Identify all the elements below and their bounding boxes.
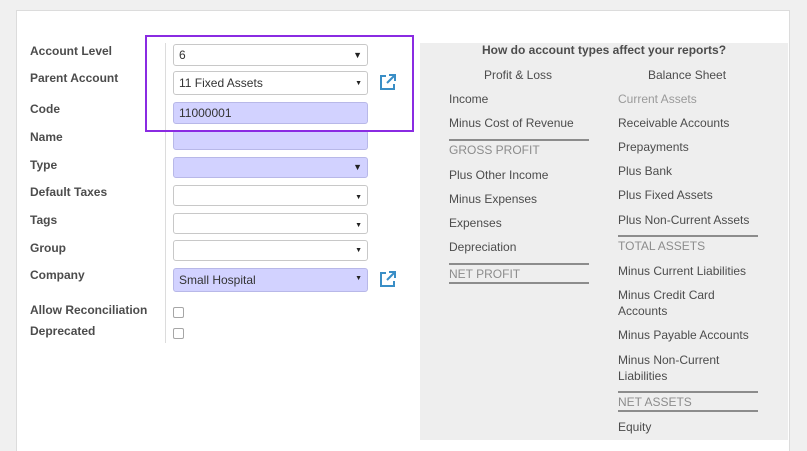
caret-down-icon: ▼ (355, 247, 362, 254)
deprecated-checkbox[interactable] (173, 328, 184, 339)
bs-item: Minus Current Liabilities (618, 264, 747, 278)
label-allow-reconciliation: Allow Reconciliation (30, 303, 148, 317)
external-link-icon[interactable] (378, 72, 398, 92)
help-panel-title: How do account types affect your reports… (482, 43, 727, 57)
account-level-select[interactable]: 6 ▼ (173, 44, 368, 66)
form-divider (165, 43, 166, 343)
label-name: Name (30, 130, 63, 144)
pl-total: GROSS PROFIT (449, 139, 589, 158)
pl-item: Minus Expenses (449, 192, 538, 206)
tags-input[interactable]: ▼ (173, 213, 368, 234)
code-input[interactable]: 11000001 (173, 102, 368, 124)
label-default-taxes: Default Taxes (30, 185, 108, 199)
label-deprecated: Deprecated (30, 324, 96, 338)
label-type: Type (30, 158, 58, 172)
balance-sheet-heading: Balance Sheet (648, 68, 727, 82)
label-code: Code (30, 102, 60, 116)
external-link-icon[interactable] (378, 269, 398, 289)
caret-down-icon: ▼ (355, 80, 362, 87)
bs-item: Minus Credit Card Accounts (618, 288, 715, 318)
caret-down-icon: ▼ (355, 275, 362, 282)
allow-reconciliation-checkbox[interactable] (173, 307, 184, 318)
bs-item: Receivable Accounts (618, 116, 730, 130)
parent-account-value: 11 Fixed Assets (179, 76, 263, 90)
pl-item: Income (449, 92, 489, 106)
bs-item: Equity (618, 420, 652, 434)
label-company: Company (30, 268, 85, 282)
pl-item: Minus Cost of Revenue (449, 116, 574, 130)
account-level-value: 6 (179, 48, 186, 62)
company-value: Small Hospital (179, 273, 256, 287)
bs-item: Plus Bank (618, 164, 673, 178)
bs-item: Plus Non-Current Assets (618, 213, 750, 227)
pl-item: Expenses (449, 216, 502, 230)
caret-down-icon: ▼ (355, 194, 362, 201)
bs-item: Plus Fixed Assets (618, 188, 713, 202)
label-parent-account: Parent Account (30, 71, 119, 85)
parent-account-input[interactable]: 11 Fixed Assets ▼ (173, 71, 368, 95)
pl-item: Depreciation (449, 240, 517, 254)
name-input[interactable] (173, 130, 368, 150)
label-tags: Tags (30, 213, 58, 227)
caret-down-icon: ▼ (355, 222, 362, 229)
code-value: 11000001 (179, 106, 232, 120)
label-group: Group (30, 241, 66, 255)
caret-down-icon: ▼ (353, 50, 362, 60)
caret-down-icon: ▼ (353, 162, 362, 172)
label-account-level: Account Level (30, 44, 113, 58)
bs-item: Current Assets (618, 92, 697, 106)
default-taxes-input[interactable]: ▼ (173, 185, 368, 206)
bs-item: Minus Non-Current Liabilities (618, 353, 720, 383)
pl-item: Plus Other Income (449, 168, 549, 182)
bs-item: Minus Payable Accounts (618, 328, 749, 342)
bs-item: Prepayments (618, 140, 689, 154)
pl-total: NET PROFIT (449, 263, 589, 284)
bs-total: NET ASSETS (618, 391, 758, 412)
type-select[interactable]: ▼ (173, 157, 368, 178)
group-input[interactable]: ▼ (173, 240, 368, 261)
bs-total: TOTAL ASSETS (618, 235, 758, 254)
company-input[interactable]: Small Hospital ▼ (173, 268, 368, 292)
profit-loss-heading: Profit & Loss (484, 68, 553, 82)
